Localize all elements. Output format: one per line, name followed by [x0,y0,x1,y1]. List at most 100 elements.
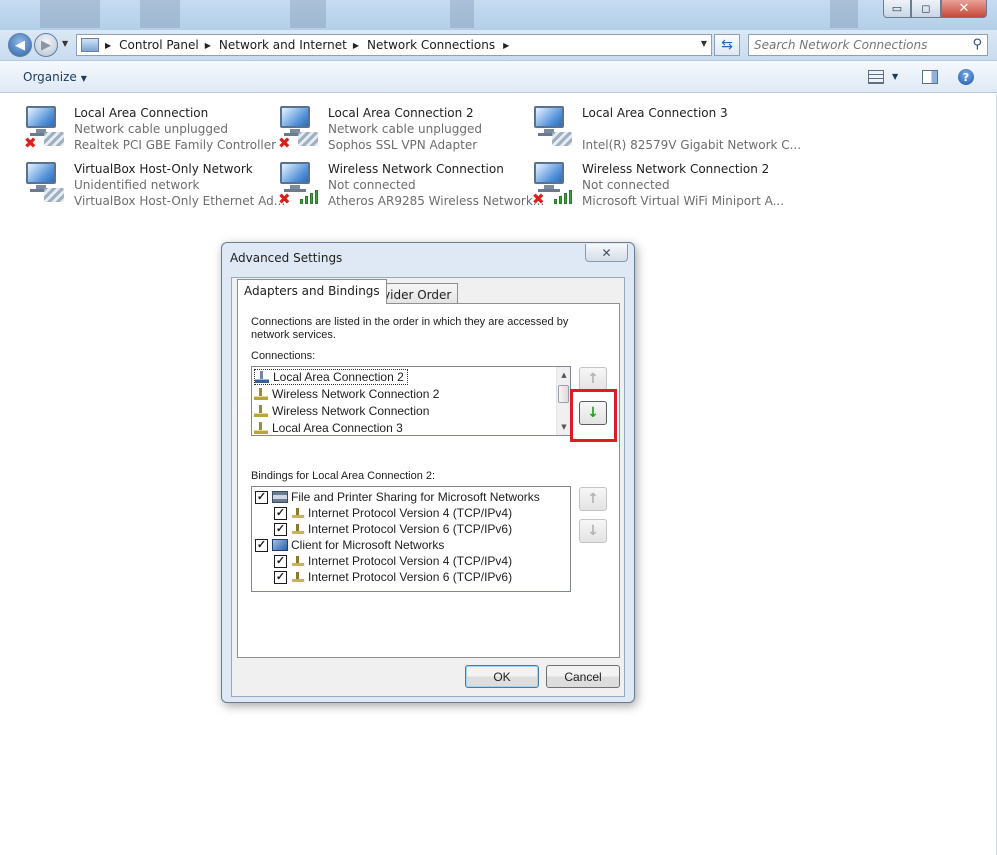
cancel-button[interactable]: Cancel [546,665,620,688]
change-view-icon[interactable] [868,70,884,84]
checkbox-checked[interactable]: ✓ [274,522,287,536]
wireless-adapter-icon: ✖ [276,158,324,208]
connections-scrollbar[interactable]: ▲ ▼ [556,367,570,435]
connection-tile[interactable]: ✖ Local Area Connection 2 Network cable … [276,100,526,154]
wired-connection-icon [255,371,270,383]
connection-device: Intel(R) 82579V Gigabit Network C... [582,138,802,152]
arrow-up-icon: ↑ [587,371,599,387]
breadcrumb-network-and-internet[interactable]: Network and Internet [219,38,347,52]
scroll-thumb[interactable] [558,385,569,403]
breadcrumb-arrow-icon[interactable]: ▶ [353,41,359,50]
protocol-icon [291,507,305,519]
checkbox-checked[interactable]: ✓ [255,538,268,552]
binding-item[interactable]: ✓ Internet Protocol Version 6 (TCP/IPv6) [274,521,512,537]
wireless-adapter-icon: ✖ [530,158,578,208]
connection-tile[interactable]: ✖ Wireless Network Connection 2 Not conn… [530,156,784,210]
organize-label: Organize [23,70,77,84]
address-bar[interactable]: ▶ Control Panel ▶ Network and Internet ▶… [76,34,712,56]
connection-device: Sophos SSL VPN Adapter [328,138,478,152]
preview-pane-icon[interactable] [922,70,938,84]
recent-pages-dropdown[interactable]: ▼ [62,39,68,48]
search-box[interactable]: ⚲ [748,34,988,56]
binding-item[interactable]: ✓ File and Printer Sharing for Microsoft… [255,489,540,505]
organize-menu[interactable]: Organize ▼ [23,70,87,84]
breadcrumb: ▶ Network and Internet [205,38,347,52]
red-x-icon: ✖ [278,190,291,208]
ethernet-plug-icon [552,132,572,146]
forward-button[interactable]: ▶ [34,33,58,57]
list-item[interactable]: Local Area Connection 2 [254,369,408,385]
search-icon[interactable]: ⚲ [972,37,982,52]
minimize-button[interactable]: ▭ [883,0,911,18]
binding-item[interactable]: ✓ Client for Microsoft Networks [255,537,444,553]
breadcrumb-arrow-icon[interactable]: ▶ [205,41,211,50]
ethernet-plug-icon [44,188,64,202]
help-icon[interactable]: ? [958,69,974,85]
connection-tile[interactable]: ✖ Wireless Network Connection Not connec… [276,156,544,210]
checkbox-checked[interactable]: ✓ [274,506,287,520]
connection-name: Wireless Network Connection 2 [582,162,770,176]
address-dropdown-icon[interactable]: ▼ [701,39,707,48]
window-titlebar[interactable]: ▭ ◻ ✕ [0,0,997,30]
breadcrumb-arrow-icon[interactable]: ▶ [105,41,111,50]
maximize-icon: ◻ [921,2,931,15]
blurred-desktop [140,0,180,28]
view-options-dropdown[interactable]: ▼ [892,72,898,81]
ethernet-plug-icon [298,132,318,146]
move-binding-up-button[interactable]: ↑ [579,487,607,511]
binding-item[interactable]: ✓ Internet Protocol Version 6 (TCP/IPv6) [274,569,512,585]
red-x-icon: ✖ [532,190,545,208]
connection-device: Atheros AR9285 Wireless Network... [328,194,545,208]
bindings-tree[interactable]: ✓ File and Printer Sharing for Microsoft… [251,486,571,592]
network-adapter-icon: ✖ [22,102,70,152]
connection-status: Network cable unplugged [74,122,229,136]
blurred-desktop [450,0,474,28]
network-adapter-icon [530,102,578,152]
list-item[interactable]: Local Area Connection 3 [254,420,403,435]
red-x-icon: ✖ [278,134,291,152]
breadcrumb-control-panel[interactable]: Control Panel [119,38,199,52]
connection-name: Wireless Network Connection [328,162,504,176]
list-item[interactable]: Wireless Network Connection 2 [254,386,439,402]
close-button[interactable]: ✕ [941,0,987,18]
connections-list[interactable]: Local Area Connection 2 Wireless Network… [251,366,571,436]
maximize-button[interactable]: ◻ [911,0,941,18]
breadcrumb: ▶ Control Panel [105,38,199,52]
connection-tile[interactable]: Local Area Connection 3 Intel(R) 82579V … [530,100,801,154]
binding-item[interactable]: ✓ Internet Protocol Version 4 (TCP/IPv4) [274,505,512,521]
blurred-desktop [830,0,858,28]
tab-adapters-and-bindings[interactable]: Adapters and Bindings [237,279,387,304]
refresh-icon: ⇆ [721,37,733,53]
breadcrumb-arrow-icon[interactable]: ▶ [503,41,509,50]
checkbox-checked[interactable]: ✓ [274,554,287,568]
arrow-up-icon: ↑ [587,491,599,507]
connection-name: VirtualBox Host-Only Network [74,162,253,176]
network-connection-icon [254,422,269,434]
scroll-down-icon[interactable]: ▼ [557,420,570,434]
binding-item[interactable]: ✓ Internet Protocol Version 4 (TCP/IPv4) [274,553,512,569]
wireless-connection-icon [254,388,269,400]
move-connection-up-button[interactable]: ↑ [579,367,607,391]
scroll-up-icon[interactable]: ▲ [557,368,570,382]
list-item[interactable]: Wireless Network Connection [254,403,429,419]
connection-tile[interactable]: VirtualBox Host-Only Network Unidentifie… [22,156,285,210]
move-binding-down-button[interactable]: ↓ [579,519,607,543]
protocol-icon [291,555,305,567]
close-icon: ✕ [601,245,612,260]
connection-tile[interactable]: ✖ Local Area Connection Network cable un… [22,100,276,154]
refresh-button[interactable]: ⇆ [714,34,740,56]
connection-status: Unidentified network [74,178,200,192]
red-x-icon: ✖ [24,134,37,152]
dialog-close-button[interactable]: ✕ [585,244,628,262]
connection-device: VirtualBox Host-Only Ethernet Ad... [74,194,286,208]
dialog-title: Advanced Settings [230,251,343,265]
ok-button[interactable]: OK [465,665,539,688]
connection-name: Local Area Connection 2 [328,106,474,120]
back-arrow-icon: ◀ [15,37,25,53]
checkbox-checked[interactable]: ✓ [274,570,287,584]
tab-panel: Connections are listed in the order in w… [237,303,620,658]
checkbox-checked[interactable]: ✓ [255,490,268,504]
back-button[interactable]: ◀ [8,33,32,57]
search-input[interactable] [749,35,959,55]
breadcrumb-network-connections[interactable]: Network Connections [367,38,495,52]
